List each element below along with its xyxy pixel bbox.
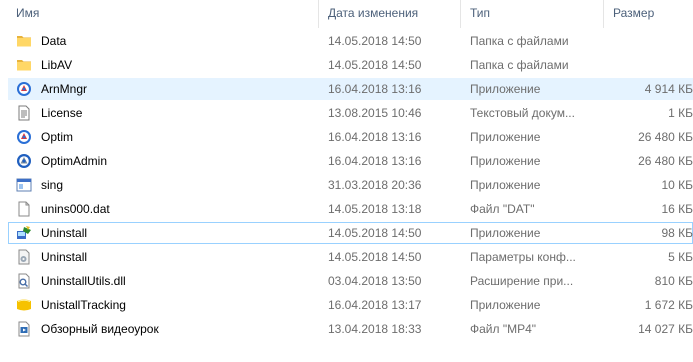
file-size: 810 КБ (654, 274, 693, 288)
video-file-icon (16, 321, 32, 337)
file-date-modified: 31.03.2018 20:36 (328, 178, 422, 192)
column-date-modified[interactable]: Дата изменения (328, 6, 418, 20)
column-name[interactable]: Имя (16, 6, 39, 20)
folder-icon (16, 33, 32, 49)
file-name: UninstallUtils.dll (41, 274, 126, 288)
file-type: Параметры конф... (470, 250, 576, 264)
file-type: Приложение (470, 226, 541, 240)
file-row[interactable]: License 13.08.2015 10:46 Текстовый докум..… (8, 102, 693, 124)
file-row[interactable]: OptimAdmin 16.04.2018 13:16 Приложение 26 4… (8, 150, 693, 172)
file-type: Файл "DAT" (470, 202, 535, 216)
file-date-modified: 14.05.2018 14:50 (328, 250, 422, 264)
file-type: Приложение (470, 82, 541, 96)
file-name: unins000.dat (41, 202, 110, 216)
file-size: 16 КБ (661, 202, 693, 216)
file-name: Optim (41, 130, 74, 144)
file-date-modified: 13.08.2015 10:46 (328, 106, 422, 120)
column-type[interactable]: Тип (470, 6, 490, 20)
file-row[interactable]: LibAV 14.05.2018 14:50 Папка с файлами (8, 54, 693, 76)
file-size: 1 672 КБ (644, 298, 693, 312)
file-size: 26 480 КБ (638, 130, 693, 144)
file-type: Приложение (470, 154, 541, 168)
file-date-modified: 03.04.2018 13:50 (328, 274, 422, 288)
file-type: Файл "MP4" (470, 322, 537, 336)
column-size[interactable]: Размер (613, 6, 654, 20)
file-size: 14 027 КБ (638, 322, 693, 336)
file-type: Приложение (470, 298, 541, 312)
file-name: OptimAdmin (41, 154, 108, 168)
file-type: Текстовый докум... (470, 106, 575, 120)
file-name: Обзорный видеоурок (41, 322, 159, 336)
file-name: ArnMngr (41, 82, 88, 96)
column-divider[interactable] (460, 0, 461, 28)
file-type: Расширение при... (470, 274, 574, 288)
file-row[interactable]: sing 31.03.2018 20:36 Приложение 10 КБ (8, 174, 693, 196)
file-row[interactable]: Uninstall 14.05.2018 14:50 Параметры конф.… (8, 246, 693, 268)
file-size: 1 КБ (668, 106, 693, 120)
file-size: 5 КБ (668, 250, 693, 264)
file-size: 98 КБ (661, 226, 693, 240)
file-date-modified: 14.05.2018 13:18 (328, 202, 422, 216)
app-optimadmin-icon (16, 153, 32, 169)
app-optim-icon (16, 81, 32, 97)
file-type: Папка с файлами (470, 34, 569, 48)
file-name: Data (41, 34, 67, 48)
file-type: Приложение (470, 178, 541, 192)
file-date-modified: 14.05.2018 14:50 (328, 226, 422, 240)
file-size: 4 914 КБ (644, 82, 693, 96)
file-row[interactable]: unins000.dat 14.05.2018 13:18 Файл "DAT" 16… (8, 198, 693, 220)
text-document-icon (16, 105, 32, 121)
file-row[interactable]: UnistallTracking 16.04.2018 13:17 Приложен… (8, 294, 693, 316)
app-window-icon (16, 177, 32, 193)
blank-file-icon (16, 201, 32, 217)
dll-file-icon (16, 273, 32, 289)
file-date-modified: 13.04.2018 18:33 (328, 322, 422, 336)
config-file-icon (16, 249, 32, 265)
uninstall-icon (16, 225, 32, 241)
column-divider[interactable] (603, 0, 604, 28)
file-size: 10 КБ (661, 178, 693, 192)
file-name: sing (41, 178, 64, 192)
file-size: 26 480 КБ (638, 154, 693, 168)
column-header: Имя Дата изменения Тип Размер (0, 0, 693, 28)
file-date-modified: 16.04.2018 13:16 (328, 154, 422, 168)
column-divider[interactable] (318, 0, 319, 28)
file-date-modified: 14.05.2018 14:50 (328, 34, 422, 48)
file-row[interactable]: UninstallUtils.dll 03.04.2018 13:50 Расшир… (8, 270, 693, 292)
file-date-modified: 16.04.2018 13:16 (328, 82, 422, 96)
app-optim-icon (16, 129, 32, 145)
file-name: LibAV (41, 58, 73, 72)
file-name: Uninstall (41, 226, 88, 240)
file-row[interactable]: Uninstall 14.05.2018 14:50 Приложение 98 КБ (8, 222, 693, 244)
file-row[interactable]: Обзорный видеоурок 13.04.2018 18:33 Файл "… (8, 318, 693, 340)
yellow-app-icon (16, 297, 32, 313)
file-name: License (41, 106, 83, 120)
file-row[interactable]: ArnMngr 16.04.2018 13:16 Приложение 4 914 К… (8, 78, 693, 100)
file-date-modified: 16.04.2018 13:16 (328, 130, 422, 144)
file-row[interactable]: Optim 16.04.2018 13:16 Приложение 26 480 КБ (8, 126, 693, 148)
file-type: Приложение (470, 130, 541, 144)
file-row[interactable]: Data 14.05.2018 14:50 Папка с файлами (8, 30, 693, 52)
file-type: Папка с файлами (470, 58, 569, 72)
file-name: Uninstall (41, 250, 88, 264)
file-date-modified: 16.04.2018 13:17 (328, 298, 422, 312)
folder-icon (16, 57, 32, 73)
file-date-modified: 14.05.2018 14:50 (328, 58, 422, 72)
file-name: UnistallTracking (41, 298, 126, 312)
